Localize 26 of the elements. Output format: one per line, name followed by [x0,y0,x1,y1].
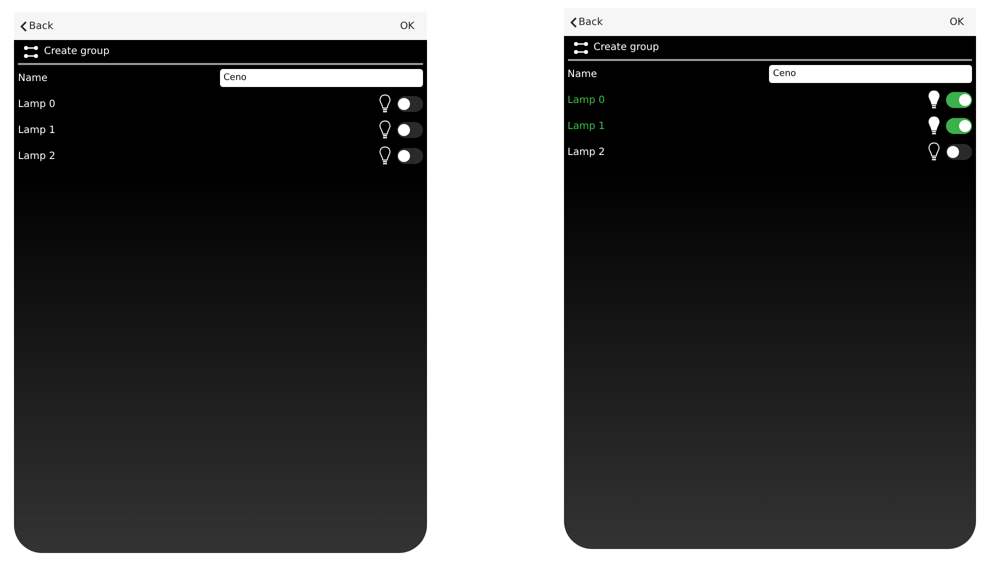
back-button[interactable]: Back [568,14,605,30]
name-field[interactable]: Ceno [220,69,422,87]
toggle-switch[interactable] [396,96,422,112]
toggle-switch[interactable] [946,144,972,160]
toggle-switch[interactable] [396,122,422,138]
lamp-label: Lamp 2 [568,146,605,160]
toggle-switch[interactable] [946,92,972,108]
name-label: Name [18,72,48,86]
chevron-left-icon [570,16,576,28]
toggle-switch[interactable] [396,148,422,164]
group-icon [24,46,38,58]
toggle-switch[interactable] [946,118,972,134]
lamp-label: Lamp 1 [568,120,605,134]
screen-title: Create group [44,45,110,59]
screen-title: Create group [594,41,659,55]
name-field[interactable]: Ceno [769,65,972,83]
lamp-label: Lamp 1 [18,124,56,138]
ok-button[interactable]: OK [948,14,966,30]
group-icon [574,42,588,54]
ok-button[interactable]: OK [398,18,416,34]
lamp-label: Lamp 0 [568,94,605,108]
name-label: Name [568,68,598,82]
lamp-label: Lamp 0 [18,98,56,112]
lamp-label: Lamp 2 [18,150,56,164]
back-button[interactable]: Back [18,18,56,34]
chevron-left-icon [20,20,27,32]
